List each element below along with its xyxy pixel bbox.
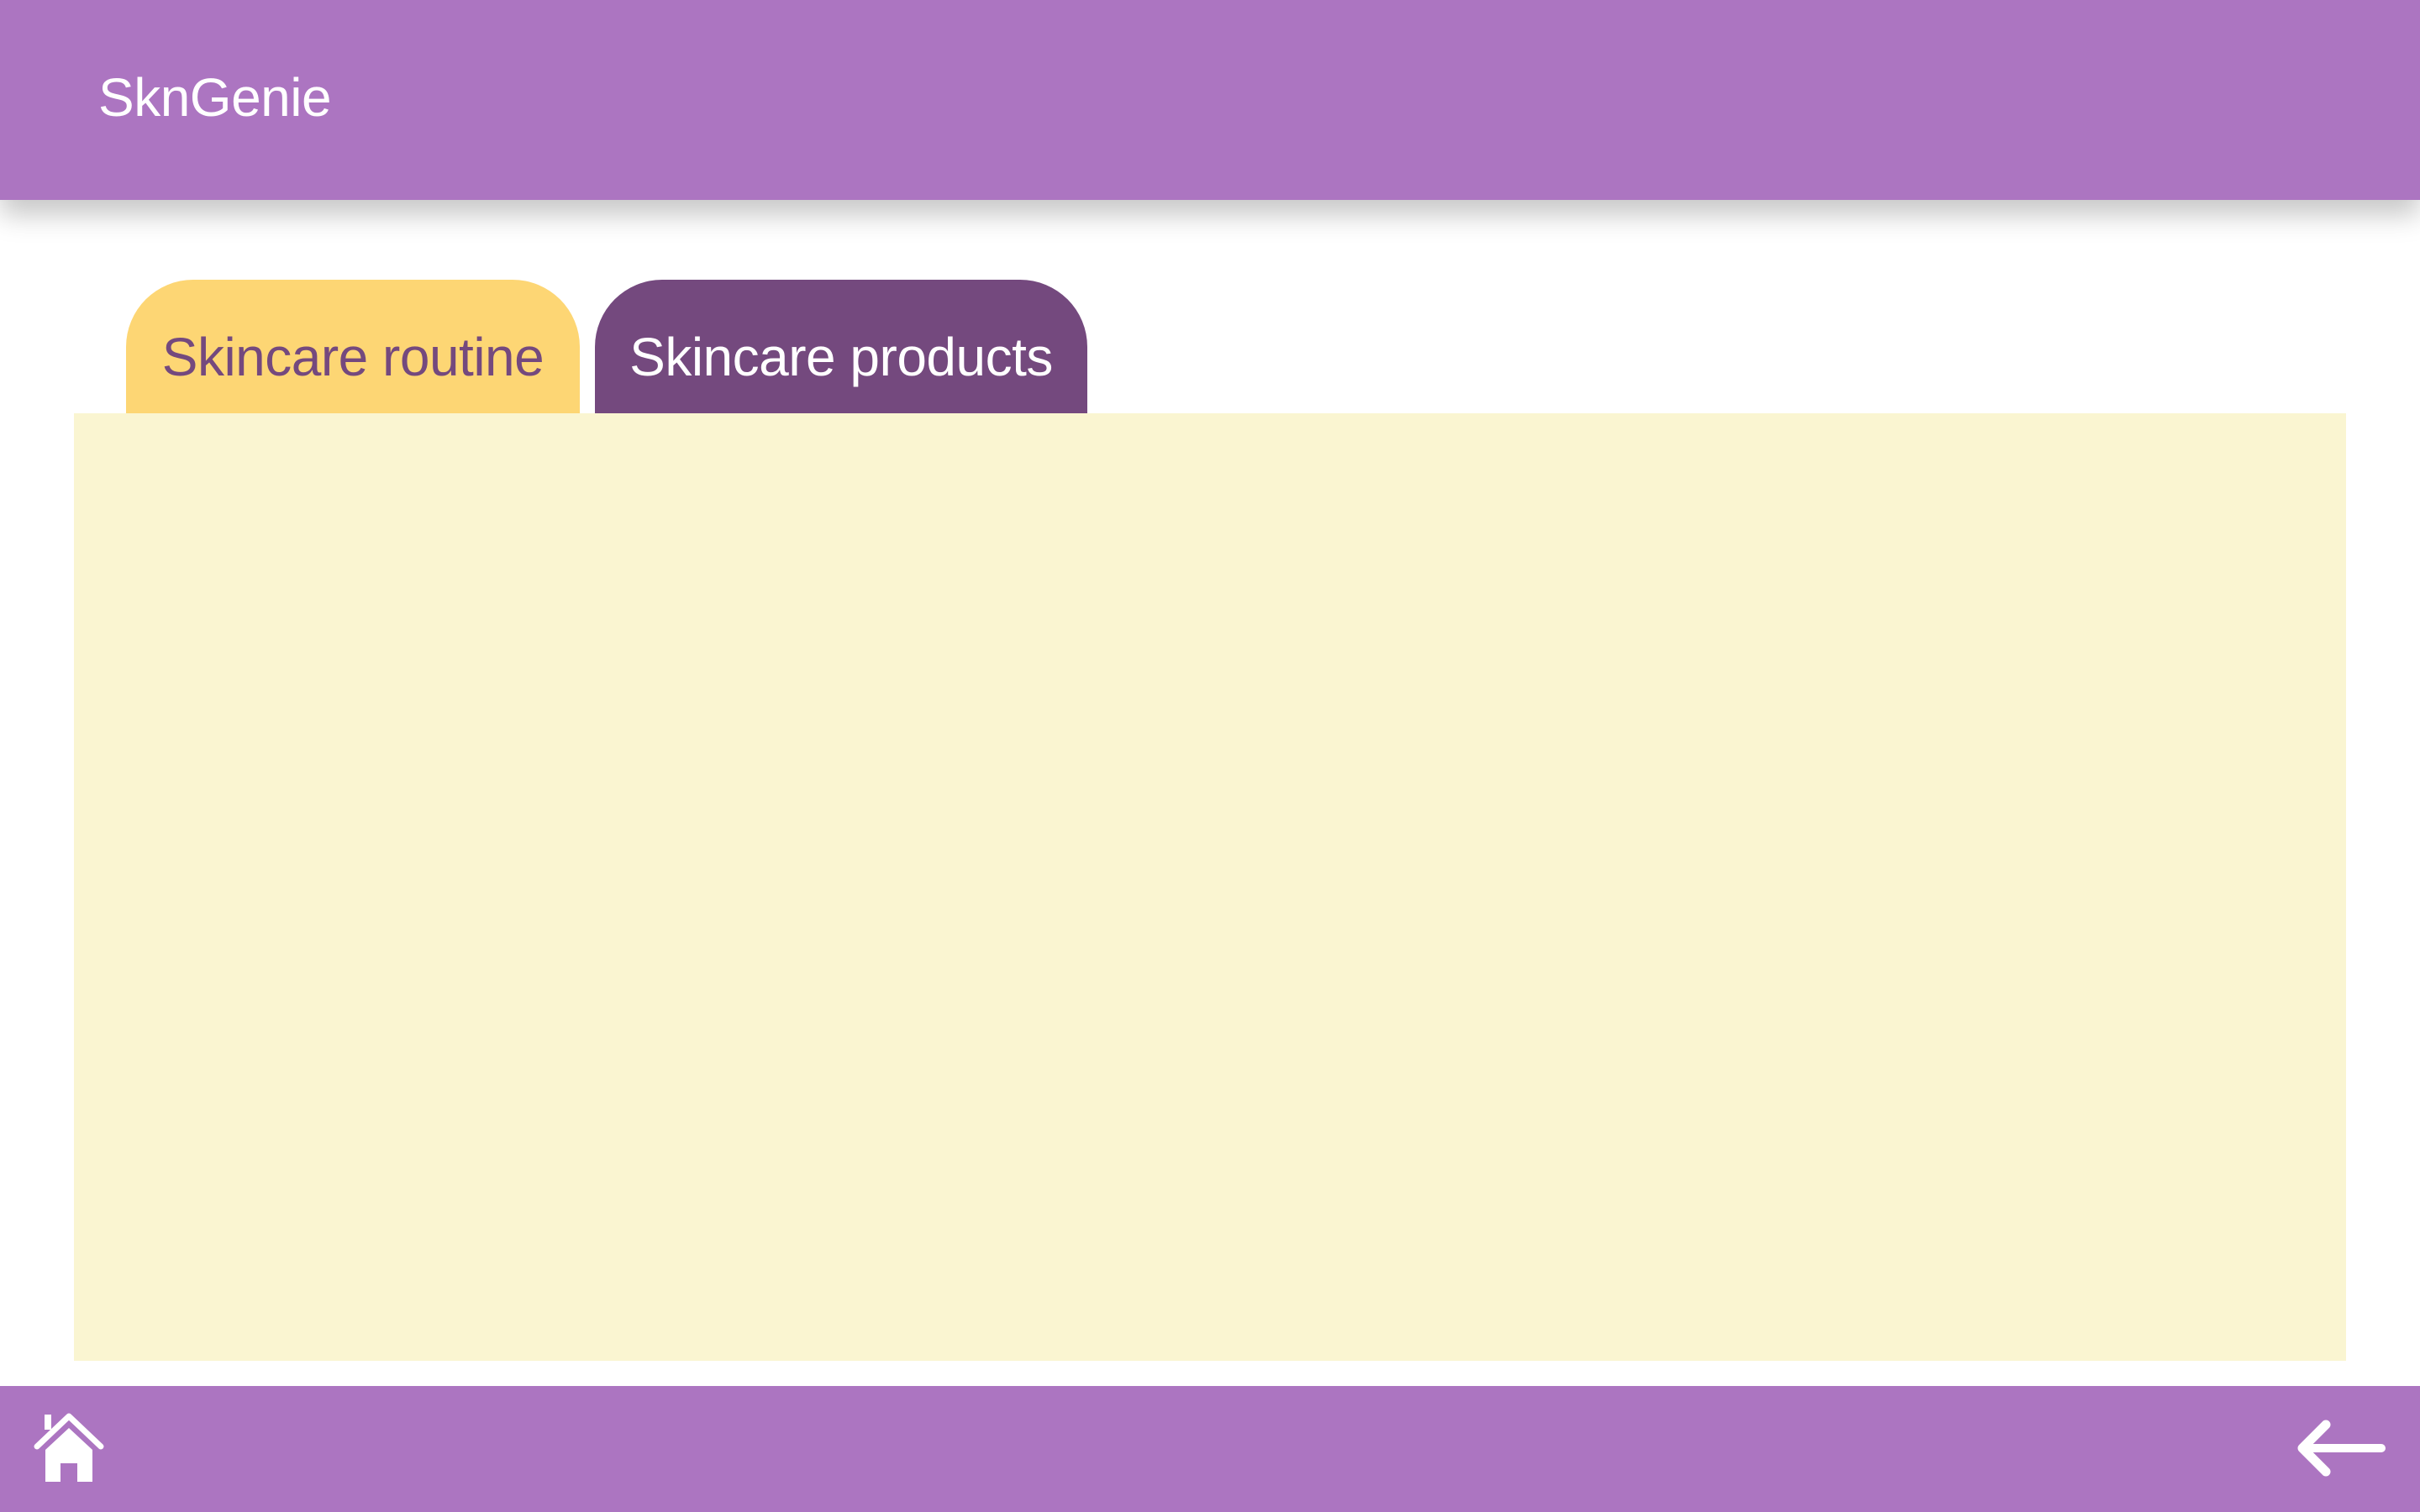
arrow-left-icon bbox=[2297, 1420, 2386, 1477]
home-button[interactable] bbox=[30, 1410, 108, 1487]
home-icon bbox=[34, 1413, 104, 1482]
tab-content-panel bbox=[74, 413, 2346, 1361]
app-title: SknGenie bbox=[98, 67, 332, 128]
bottom-nav-bar bbox=[0, 1386, 2420, 1512]
tab-skincare-products[interactable]: Skincare products bbox=[595, 280, 1087, 414]
app-bar: SknGenie bbox=[0, 0, 2420, 200]
back-button[interactable] bbox=[2296, 1416, 2386, 1480]
tab-skincare-routine[interactable]: Skincare routine bbox=[126, 280, 580, 414]
